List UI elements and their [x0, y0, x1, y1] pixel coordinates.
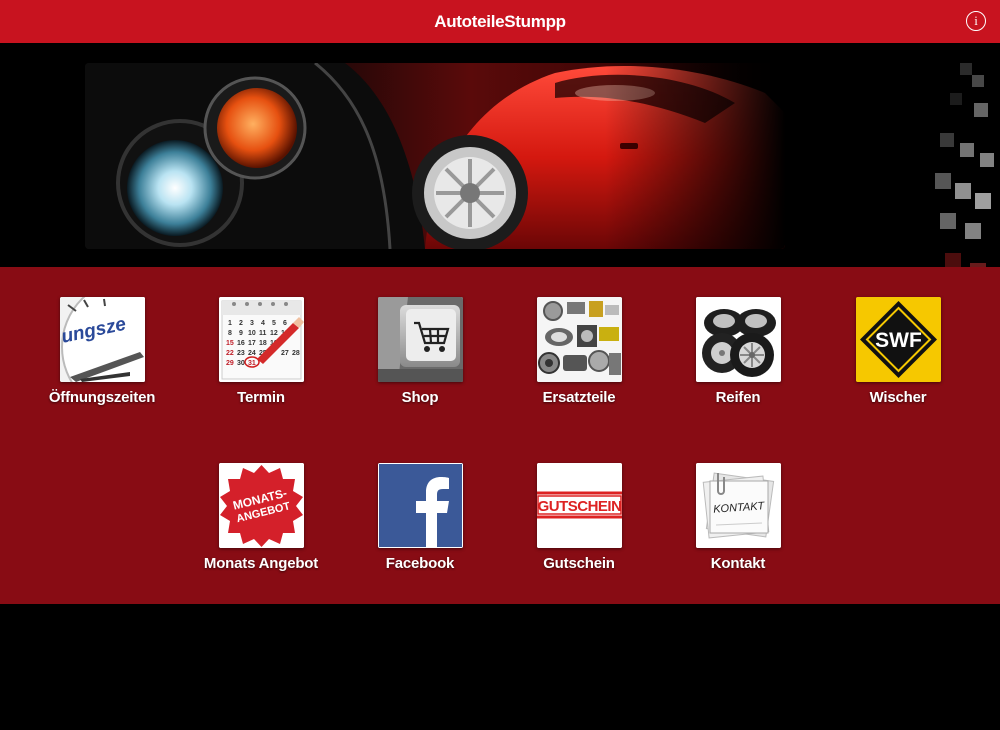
svg-text:6: 6 — [283, 320, 287, 327]
svg-text:29: 29 — [226, 360, 234, 367]
tile-label: Gutschein — [543, 555, 615, 572]
tile-label: Ersatzteile — [542, 389, 616, 406]
car-parts-icon — [536, 297, 622, 382]
svg-text:12: 12 — [270, 330, 278, 337]
shopping-cart-icon — [377, 297, 463, 382]
svg-text:24: 24 — [248, 350, 256, 357]
svg-text:23: 23 — [237, 350, 245, 357]
tires-icon — [695, 297, 781, 382]
tile-label: Wischer — [869, 389, 927, 406]
hero-car-image — [85, 63, 785, 249]
tile-label: Termin — [237, 389, 285, 406]
svg-text:16: 16 — [237, 340, 245, 347]
tile-oeffnungszeiten[interactable]: ungsze Öffnungszeiten — [22, 297, 182, 406]
svg-text:22: 22 — [226, 350, 234, 357]
contact-notes-icon: KONTAKT — [695, 463, 781, 548]
hero-banner — [0, 43, 1000, 293]
tile-monats-angebot[interactable]: MONATS- ANGEBOT Monats Angebot — [181, 463, 341, 572]
tile-termin[interactable]: 123456 8910111213 1516171819 22232425272… — [181, 297, 341, 406]
tile-shop[interactable]: Shop — [340, 297, 500, 406]
svg-text:10: 10 — [248, 330, 256, 337]
svg-text:15: 15 — [226, 340, 234, 347]
tile-label: Monats Angebot — [203, 555, 319, 572]
svg-text:5: 5 — [272, 320, 276, 327]
tile-kontakt[interactable]: KONTAKT Kontakt — [658, 463, 818, 572]
voucher-stamp-icon: GUTSCHEIN — [536, 463, 622, 548]
svg-text:2: 2 — [239, 320, 243, 327]
tile-reifen[interactable]: Reifen — [658, 297, 818, 406]
info-icon[interactable]: i — [966, 11, 986, 31]
svg-text:27: 27 — [281, 350, 289, 357]
tile-label: Reifen — [715, 389, 761, 406]
calendar-icon: 123456 8910111213 1516171819 22232425272… — [218, 297, 304, 382]
svg-text:SWF: SWF — [875, 329, 922, 352]
header-bar: AutoteileStumpp i — [0, 0, 1000, 43]
svg-text:9: 9 — [239, 330, 243, 337]
svg-text:8: 8 — [228, 330, 232, 337]
facebook-icon — [377, 463, 463, 548]
swf-logo-icon: SWF — [855, 297, 941, 382]
tile-label: Facebook — [385, 555, 455, 572]
menu-grid: ungsze Öffnungszeiten 123456 8910111213 … — [0, 267, 1000, 604]
tile-facebook[interactable]: Facebook — [340, 463, 500, 572]
svg-text:3: 3 — [250, 320, 254, 327]
app-title: AutoteileStumpp — [434, 11, 566, 31]
tile-label: Kontakt — [710, 555, 766, 572]
tile-label: Öffnungszeiten — [48, 389, 156, 406]
tile-label: Shop — [401, 389, 439, 406]
svg-text:28: 28 — [292, 350, 300, 357]
svg-text:GUTSCHEIN: GUTSCHEIN — [537, 498, 621, 515]
offer-badge-icon: MONATS- ANGEBOT — [218, 463, 304, 548]
svg-text:17: 17 — [248, 340, 256, 347]
tile-gutschein[interactable]: GUTSCHEIN Gutschein — [499, 463, 659, 572]
hero-side-image — [930, 53, 1000, 293]
svg-text:1: 1 — [228, 320, 232, 327]
svg-text:18: 18 — [259, 340, 267, 347]
svg-text:30: 30 — [237, 360, 245, 367]
svg-text:11: 11 — [259, 330, 267, 337]
tile-ersatzteile[interactable]: Ersatzteile — [499, 297, 659, 406]
tile-wischer[interactable]: SWF Wischer — [818, 297, 978, 406]
clock-icon: ungsze — [59, 297, 145, 382]
svg-text:4: 4 — [261, 320, 265, 327]
